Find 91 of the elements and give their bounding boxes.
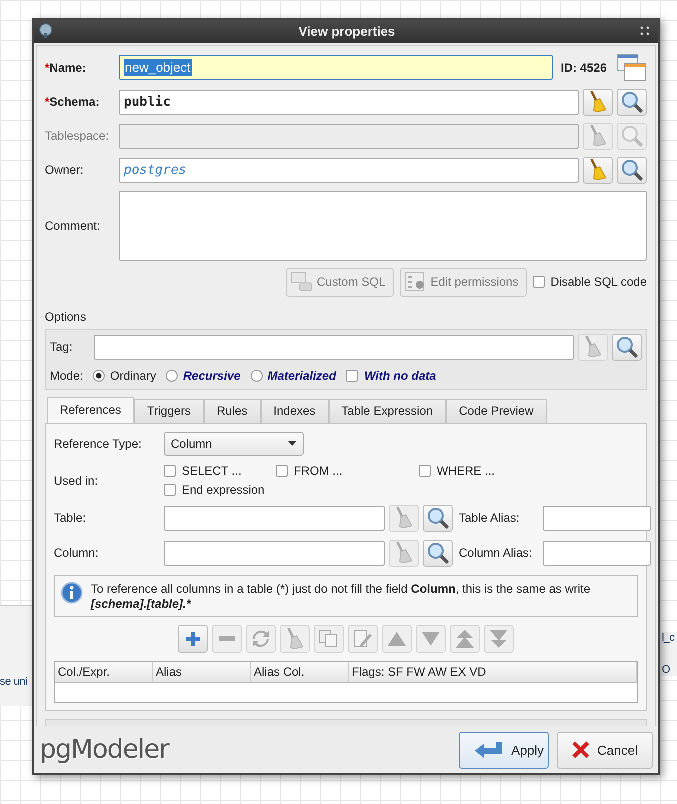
field-label: Column: [54,546,100,560]
tab[interactable]: Table Expression [328,398,446,423]
clear-button[interactable] [583,88,613,116]
refresh-icon [252,630,270,648]
column-header[interactable]: Alias Col. [251,662,349,682]
disable-sql-checkbox[interactable]: Disable SQL code [532,275,647,290]
field-label: *Name: [45,60,88,75]
apply-button[interactable]: Apply [458,732,549,769]
grip-icon [640,26,650,36]
column-header[interactable]: Flags: SF FW AW EX VD [349,662,637,682]
mode-radio[interactable]: Ordinary [93,368,156,383]
broom-icon [588,159,608,182]
field-label: Owner: [45,163,85,178]
enter-arrow-icon [474,741,504,760]
broom-icon [394,542,414,564]
search-button[interactable] [612,334,642,361]
group-title: Options [45,310,88,324]
tab[interactable]: Triggers [134,398,204,423]
clear-button[interactable] [583,156,613,184]
search-button[interactable] [617,156,647,184]
toolbar-button[interactable] [178,624,208,653]
text-field[interactable]: postgres [119,158,579,183]
name-field[interactable]: new_object [119,55,553,80]
info-text: To reference all columns in a table (*) just do not fill the field Column, this is the same as write [91,582,591,597]
windows-icon[interactable] [617,54,647,82]
checklist-icon [404,272,427,292]
search-icon [621,91,643,114]
mode-radio[interactable]: Recursive [166,368,241,383]
plus-icon [184,630,202,648]
used-in-checkbox[interactable]: WHERE ... [419,464,496,478]
search-button[interactable] [423,540,453,567]
pencil-icon [353,628,373,649]
info-code-text: [schema].[table].* [91,596,192,612]
search-button[interactable] [423,504,453,532]
background-text: l_c [662,632,676,644]
alias-field[interactable] [543,540,651,566]
field-label: Mode: [50,368,84,383]
field-label: Used in: [54,472,100,488]
text-field[interactable]: public [119,90,579,115]
used-in-checkbox[interactable]: SELECT ... [164,464,276,478]
logo-text: pgModeler [40,735,169,766]
field-label: Comment: [45,218,102,233]
double-up-icon [455,628,475,649]
column-header[interactable]: Alias [153,662,251,682]
reference-type-dropdown[interactable]: Column [164,432,304,456]
alias-field[interactable] [543,506,651,531]
broom-icon [394,507,414,530]
search-icon [427,542,449,564]
info-icon [61,582,83,604]
field-label: *Schema: [45,95,101,110]
search-icon [621,125,643,148]
search-button[interactable] [617,88,647,116]
tag-field[interactable] [94,334,574,360]
field-label: Tablespace: [45,129,110,144]
broom-icon [588,91,608,114]
up-triangle-icon [387,630,407,647]
tab[interactable]: References [47,396,134,423]
search-icon [616,336,638,358]
mode-radio[interactable]: Materialized [250,368,336,383]
copy-icon [319,630,339,648]
used-in-checkbox[interactable]: End expression [164,482,276,497]
window-title: View properties [298,24,396,39]
field-label: Reference Type: [54,436,143,451]
background-text: se uni [0,676,28,688]
caret-icon [288,441,297,446]
tab[interactable]: Code Preview [446,398,547,423]
minus-icon [218,636,236,642]
comment-field[interactable] [119,190,647,261]
text-field[interactable] [164,540,385,566]
column-header[interactable]: Col./Expr. [55,662,153,682]
field-label: Table Alias: [459,511,521,526]
down-triangle-icon [421,630,441,647]
broom-icon [285,628,305,650]
tab[interactable]: Rules [204,398,261,423]
close-icon [572,741,590,760]
field-label: Column Alias: [459,546,534,560]
id-label: ID: 4526 [560,60,607,75]
database-icon [290,272,313,292]
background-text: O [662,664,672,676]
field-label: Tag: [50,340,74,354]
used-in-checkbox[interactable]: FROM ... [276,464,419,478]
with-no-data-checkbox[interactable]: With no data [346,368,436,383]
double-down-icon [489,628,509,649]
tab[interactable]: Indexes [260,398,329,423]
search-icon [427,507,449,530]
text-field[interactable] [164,506,385,531]
broom-icon [588,125,608,148]
field-label: Table: [54,511,88,526]
cancel-button[interactable]: Cancel [556,732,653,769]
search-icon [621,159,643,182]
broom-icon [583,336,603,358]
